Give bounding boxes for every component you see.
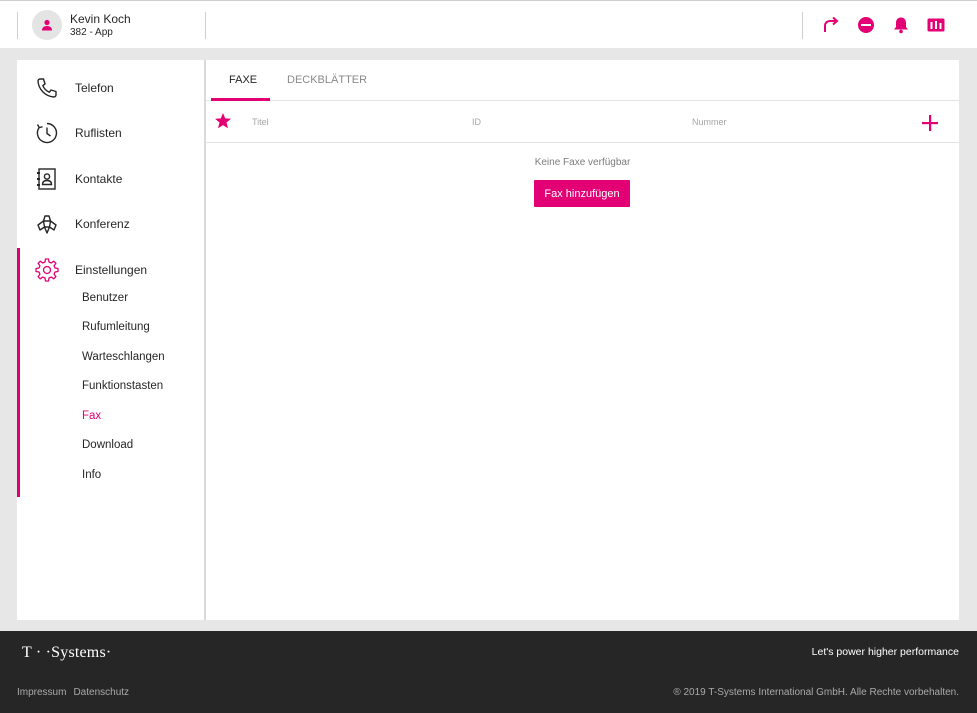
tab-deckblaetter[interactable]: DECKBLÄTTER bbox=[287, 74, 367, 86]
column-header-titel[interactable]: Titel bbox=[252, 117, 269, 127]
main-content: FAXE DECKBLÄTTER Titel ID Nummer Keine F… bbox=[206, 60, 959, 620]
subnav-item-fax[interactable]: Fax bbox=[82, 410, 101, 422]
subnav-item-rufumleitung[interactable]: Rufumleitung bbox=[82, 321, 150, 333]
datenschutz-link[interactable]: Datenschutz bbox=[73, 687, 129, 698]
sidebar-item-telefon[interactable]: Telefon bbox=[17, 68, 204, 108]
do-not-disturb-icon[interactable] bbox=[855, 14, 877, 36]
plus-icon[interactable] bbox=[920, 113, 940, 133]
contacts-icon bbox=[37, 168, 56, 190]
user-profile[interactable]: Kevin Koch 382 - App bbox=[32, 10, 131, 40]
sidebar-item-label: Konferenz bbox=[75, 217, 130, 231]
subnav-item-benutzer[interactable]: Benutzer bbox=[82, 292, 128, 304]
sidebar-item-label: Telefon bbox=[75, 81, 114, 95]
top-bar: Kevin Koch 382 - App bbox=[0, 0, 977, 48]
sidebar: Telefon Ruflisten Kontakte Konferenz Ein… bbox=[17, 60, 204, 620]
divider bbox=[205, 12, 206, 39]
divider bbox=[17, 12, 18, 39]
avatar[interactable] bbox=[32, 10, 62, 40]
conference-icon bbox=[37, 215, 57, 234]
subnav-item-funktionstasten[interactable]: Funktionstasten bbox=[82, 380, 163, 392]
switchboard-icon[interactable] bbox=[925, 14, 947, 36]
sidebar-item-konferenz[interactable]: Konferenz bbox=[17, 204, 204, 244]
divider bbox=[802, 12, 803, 39]
user-name: Kevin Koch bbox=[70, 11, 131, 26]
impressum-link[interactable]: Impressum bbox=[17, 687, 66, 698]
gear-icon bbox=[35, 258, 59, 282]
sidebar-item-label: Ruflisten bbox=[75, 126, 122, 140]
sidebar-item-ruflisten[interactable]: Ruflisten bbox=[17, 113, 204, 153]
column-header-id[interactable]: ID bbox=[472, 117, 481, 127]
t-systems-logo[interactable]: T · ·Systems· bbox=[22, 644, 111, 662]
sidebar-item-label: Einstellungen bbox=[75, 263, 148, 277]
tab-faxe[interactable]: FAXE bbox=[229, 74, 257, 86]
bell-icon[interactable] bbox=[890, 14, 912, 36]
subnav-item-info[interactable]: Info bbox=[82, 469, 101, 481]
copyright: ® 2019 T-Systems International GmbH. All… bbox=[673, 687, 959, 698]
user-extension: 382 - App bbox=[70, 26, 113, 38]
tagline: Let's power higher performance bbox=[811, 646, 959, 658]
call-history-icon bbox=[36, 122, 58, 144]
star-icon[interactable] bbox=[214, 112, 232, 130]
tab-bar: FAXE DECKBLÄTTER bbox=[206, 60, 959, 101]
forward-icon[interactable] bbox=[820, 14, 842, 36]
footer: T · ·Systems· Let's power higher perform… bbox=[0, 631, 977, 713]
subnav-item-warteschlangen[interactable]: Warteschlangen bbox=[82, 351, 165, 363]
add-fax-button[interactable]: Fax hinzufügen bbox=[534, 180, 630, 207]
sidebar-item-label: Kontakte bbox=[75, 172, 123, 186]
empty-state-message: Keine Faxe verfügbar bbox=[534, 157, 631, 168]
person-icon bbox=[42, 19, 52, 31]
subnav-item-download[interactable]: Download bbox=[82, 439, 133, 451]
table-header: Titel ID Nummer bbox=[206, 101, 959, 143]
sidebar-item-kontakte[interactable]: Kontakte bbox=[17, 159, 204, 199]
sidebar-item-einstellungen[interactable]: Einstellungen bbox=[17, 250, 204, 290]
phone-icon bbox=[37, 78, 57, 98]
column-header-nummer[interactable]: Nummer bbox=[692, 117, 727, 127]
